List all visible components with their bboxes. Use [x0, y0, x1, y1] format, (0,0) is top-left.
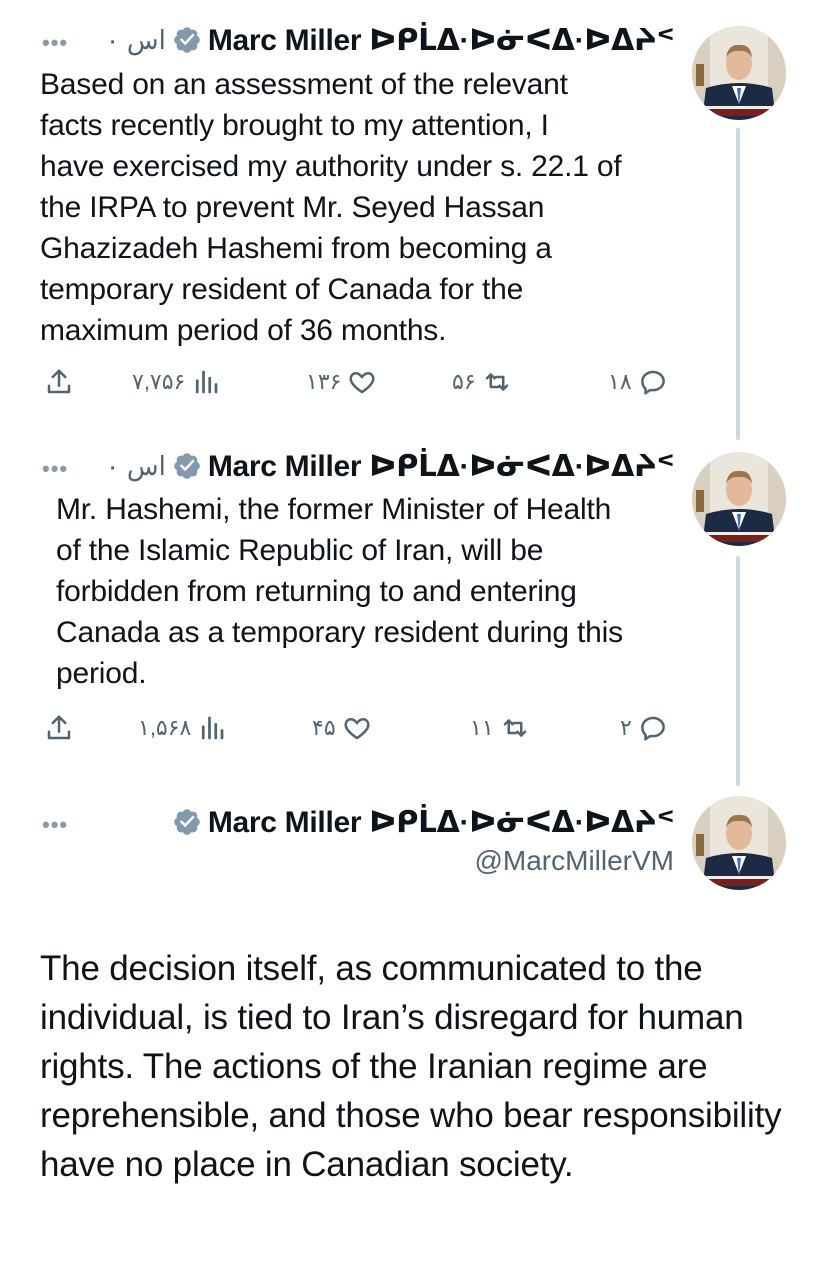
analytics-icon	[196, 370, 218, 394]
more-options-icon[interactable]: •••	[42, 812, 68, 838]
repost-count: ۱۱	[470, 715, 494, 740]
reply-icon	[640, 370, 665, 395]
verified-badge-icon	[172, 451, 202, 481]
tweet-actions: ۷,۷۵۶ ۱۳۶ ۵۶ ۱۸	[40, 362, 680, 402]
author-name[interactable]: Marc Miller ᐅᑭᒫᐃ·ᐅᓃᐸᐃ·ᐅᐃᔨᑉ	[208, 805, 674, 840]
reply-count: ۲	[620, 715, 632, 740]
views-count: ۷,۷۵۶	[132, 369, 186, 394]
repost-icon	[503, 719, 526, 737]
reply-count: ۱۸	[608, 369, 632, 394]
author-handle[interactable]: @MarcMillerVM	[474, 845, 674, 877]
avatar[interactable]	[692, 452, 786, 546]
share-button[interactable]	[44, 708, 74, 748]
heart-icon	[349, 371, 375, 394]
author-name[interactable]: Marc Miller ᐅᑭᒫᐃ·ᐅᓃᐸᐃ·ᐅᐃᔨᑉ	[208, 23, 674, 58]
repost-count: ۵۶	[452, 369, 476, 394]
like-button[interactable]: ۱۳۶	[306, 362, 377, 402]
share-icon	[47, 369, 71, 394]
reply-icon	[640, 716, 665, 741]
reply-button[interactable]: ۱۸	[608, 362, 668, 402]
timestamp[interactable]: ۰ اس	[106, 451, 166, 482]
more-options-icon[interactable]: •••	[42, 456, 68, 482]
more-options-icon[interactable]: •••	[42, 30, 68, 56]
avatar[interactable]	[692, 26, 786, 120]
repost-button[interactable]: ۱۱	[470, 708, 530, 748]
reply-button[interactable]: ۲	[620, 708, 668, 748]
tweet-header: ۰ اس Marc Miller ᐅᑭᒫᐃ·ᐅᓃᐸᐃ·ᐅᐃᔨᑉ	[106, 20, 675, 60]
verified-badge-icon	[172, 25, 202, 55]
thread-connector	[736, 128, 740, 440]
views-button[interactable]: ۱,۵۶۸	[138, 708, 227, 748]
share-icon	[47, 715, 71, 740]
analytics-icon	[202, 716, 224, 740]
timestamp[interactable]: ۰ اس	[106, 25, 166, 56]
verified-badge-icon	[172, 807, 202, 837]
views-button[interactable]: ۷,۷۵۶	[132, 362, 221, 402]
repost-button[interactable]: ۵۶	[452, 362, 512, 402]
avatar[interactable]	[692, 796, 786, 890]
tweet-text: Based on an assessment of the relevant f…	[40, 68, 622, 347]
repost-icon	[485, 373, 508, 391]
tweet-text: Mr. Hashemi, the former Minister of Heal…	[56, 493, 623, 690]
tweet-header: ۰ اس Marc Miller ᐅᑭᒫᐃ·ᐅᓃᐸᐃ·ᐅᐃᔨᑉ	[106, 446, 675, 486]
thread-connector	[736, 556, 740, 786]
tweet-actions: ۱,۵۶۸ ۴۵ ۱۱ ۲	[40, 708, 680, 748]
heart-icon	[344, 717, 370, 740]
like-button[interactable]: ۴۵	[312, 708, 372, 748]
author-name[interactable]: Marc Miller ᐅᑭᒫᐃ·ᐅᓃᐸᐃ·ᐅᐃᔨᑉ	[208, 449, 674, 484]
share-button[interactable]	[44, 362, 74, 402]
tweet-text: The decision itself, as communicated to …	[40, 949, 782, 1184]
like-count: ۱۳۶	[306, 369, 342, 394]
tweet-header: Marc Miller ᐅᑭᒫᐃ·ᐅᓃᐸᐃ·ᐅᐃᔨᑉ	[172, 802, 674, 842]
like-count: ۴۵	[312, 715, 336, 740]
views-count: ۱,۵۶۸	[138, 715, 192, 740]
